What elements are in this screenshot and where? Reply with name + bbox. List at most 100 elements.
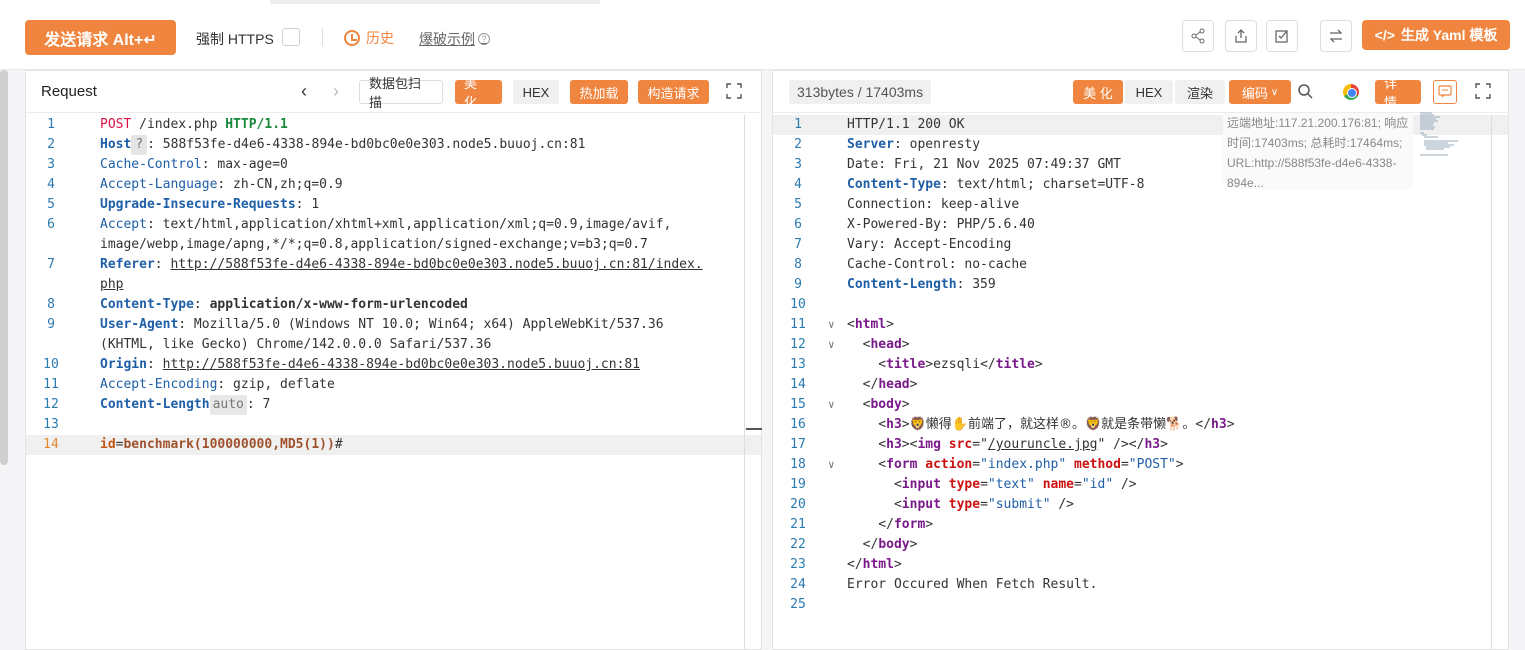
request-code-line[interactable]: 1 POST /index.php HTTP/1.1	[26, 115, 761, 135]
request-code-line[interactable]: 13	[26, 415, 761, 435]
response-code-line[interactable]: 22 </body>	[773, 535, 1508, 555]
response-code-line[interactable]: 14 </head>	[773, 375, 1508, 395]
request-code-line[interactable]: 10 Origin: http://588f53fe-d4e6-4338-894e…	[26, 355, 761, 375]
request-code-line[interactable]: 14 id=benchmark(100000000,MD5(1))#	[26, 435, 761, 455]
hex-button[interactable]: HEX	[513, 80, 559, 104]
help-icon: ?	[478, 33, 490, 45]
back-arrow-icon[interactable]: ‹	[301, 81, 307, 102]
request-scrollbar[interactable]	[744, 115, 745, 650]
force-https-checkbox[interactable]	[282, 28, 300, 46]
generate-yaml-button[interactable]: </> 生成 Yaml 模板	[1362, 20, 1510, 50]
token: : 359	[956, 277, 996, 292]
resp-beautify-button[interactable]: 美 化	[1073, 80, 1123, 104]
swap-icon	[1329, 29, 1343, 43]
request-code-line[interactable]: 3 Cache-Control: max-age=0	[26, 155, 761, 175]
request-code-line[interactable]: php	[26, 275, 761, 295]
line-number: 9	[47, 317, 55, 332]
response-code-line[interactable]: 23 </html>	[773, 555, 1508, 575]
request-code-line[interactable]: 6 Accept: text/html,application/xhtml+xml…	[26, 215, 761, 235]
request-code-line[interactable]: 8 Content-Type: application/x-www-form-ur…	[26, 295, 761, 315]
build-request-button[interactable]: 构造请求	[638, 80, 709, 104]
divider	[322, 28, 323, 46]
token: image/webp,image/apng,*/*;q=0.8,applicat…	[100, 237, 648, 252]
response-code-line[interactable]: 9 Content-Length: 359	[773, 275, 1508, 295]
request-code-line[interactable]: 7 Referer: http://588f53fe-d4e6-4338-894e…	[26, 255, 761, 275]
token: #	[334, 437, 343, 452]
fold-chevron-icon[interactable]: ∨	[828, 455, 835, 475]
fold-chevron-icon[interactable]: ∨	[828, 315, 835, 335]
line-number: 6	[794, 217, 802, 232]
request-code-line[interactable]: 12 Content-Length auto: 7	[26, 395, 761, 415]
fold-chevron-icon[interactable]: ∨	[828, 335, 835, 355]
token: Error Occured When Fetch Result.	[847, 577, 1098, 592]
line-number: 11	[790, 317, 806, 332]
clock-icon	[344, 30, 360, 46]
token: >	[1226, 417, 1235, 432]
search-icon[interactable]	[1297, 83, 1314, 100]
token: ?	[131, 135, 148, 155]
response-code-line[interactable]: 12 ∨ <head>	[773, 335, 1508, 355]
resp-expand-icon[interactable]	[1475, 83, 1491, 99]
forward-arrow-icon[interactable]: ›	[333, 81, 339, 102]
resp-hex-button[interactable]: HEX	[1125, 80, 1173, 104]
response-editor[interactable]: 1 HTTP/1.1 200 OK 2 Server: openresty 3 Date:…	[773, 115, 1508, 615]
share-button[interactable]	[1182, 20, 1214, 52]
token: ><	[901, 437, 918, 452]
fold-chevron-icon[interactable]: ∨	[828, 395, 835, 415]
request-code-line[interactable]: 5 Upgrade-Insecure-Requests: 1	[26, 195, 761, 215]
response-code-line[interactable]: 25	[773, 595, 1508, 615]
export-button[interactable]	[1225, 20, 1257, 52]
response-code-line[interactable]: 20 <input type="submit" />	[773, 495, 1508, 515]
comment-button[interactable]	[1433, 80, 1457, 104]
history-button[interactable]: 历史	[344, 28, 394, 48]
request-editor[interactable]: 1 POST /index.php HTTP/1.1 2 Host?: 588f53f…	[26, 115, 761, 455]
encoding-dropdown[interactable]: 编码 ∨	[1229, 80, 1291, 104]
token: Content-Type	[100, 297, 194, 312]
expand-icon[interactable]	[726, 83, 742, 99]
detail-button[interactable]: 详 情	[1375, 76, 1421, 110]
request-code-line[interactable]: 2 Host?: 588f53fe-d4e6-4338-894e-bd0bc0e0…	[26, 135, 761, 155]
minimap[interactable]	[1418, 111, 1478, 161]
request-code-line[interactable]: 4 Accept-Language: zh-CN,zh;q=0.9	[26, 175, 761, 195]
response-code-line[interactable]: 13 <title>ezsqli</title>	[773, 355, 1508, 375]
response-code-line[interactable]: 10	[773, 295, 1508, 315]
response-code-line[interactable]: 11 ∨ <html>	[773, 315, 1508, 335]
response-code-line[interactable]: 15 ∨ <body>	[773, 395, 1508, 415]
brute-example-link[interactable]: 爆破示例 ?	[419, 29, 490, 49]
line-text: <h3><img src="/youruncle.jpg" /></h3>	[847, 435, 1168, 455]
response-code-line[interactable]: 8 Cache-Control: no-cache	[773, 255, 1508, 275]
response-code-line[interactable]: 19 <input type="text" name="id" />	[773, 475, 1508, 495]
token: =	[972, 457, 981, 472]
token: </	[847, 557, 863, 572]
edit-check-button[interactable]	[1266, 20, 1298, 52]
request-code-line[interactable]: (KHTML, like Gecko) Chrome/142.0.0.0 Saf…	[26, 335, 761, 355]
chrome-icon[interactable]	[1343, 84, 1359, 100]
response-scrollbar[interactable]	[1491, 115, 1492, 650]
token: HTTP/1.1	[225, 117, 288, 132]
line-number: 8	[794, 257, 802, 272]
line-text: <input type="submit" />	[847, 495, 1074, 515]
response-code-line[interactable]: 18 ∨ <form action="index.php" method="POS…	[773, 455, 1508, 475]
token: (KHTML, like Gecko) Chrome/142.0.0.0 Saf…	[100, 337, 492, 352]
response-code-line[interactable]: 7 Vary: Accept-Encoding	[773, 235, 1508, 255]
hotload-button[interactable]: 热加载	[570, 80, 628, 104]
request-code-line[interactable]: 11 Accept-Encoding: gzip, deflate	[26, 375, 761, 395]
response-code-line[interactable]: 6 X-Powered-By: PHP/5.6.40	[773, 215, 1508, 235]
request-code-line[interactable]: image/webp,image/apng,*/*;q=0.8,applicat…	[26, 235, 761, 255]
request-code-line[interactable]: 9 User-Agent: Mozilla/5.0 (Windows NT 10.…	[26, 315, 761, 335]
packet-scan-button[interactable]: 数据包扫描	[359, 76, 443, 110]
response-code-line[interactable]: 24 Error Occured When Fetch Result.	[773, 575, 1508, 595]
response-code-line[interactable]: 21 </form>	[773, 515, 1508, 535]
token: >ezsqli</	[925, 357, 996, 372]
response-code-line[interactable]: 17 <h3><img src="/youruncle.jpg" /></h3>	[773, 435, 1508, 455]
response-code-line[interactable]: 5 Connection: keep-alive	[773, 195, 1508, 215]
response-code-line[interactable]: 16 <h3>🦁懒得✋前端了，就这样®。🦁就是条带懒🐕。</h3>	[773, 415, 1508, 435]
export-icon	[1235, 29, 1247, 43]
send-request-button[interactable]: 发送请求 Alt+↵	[25, 20, 176, 55]
line-number: 3	[794, 157, 802, 172]
swap-button[interactable]	[1320, 20, 1352, 52]
page-scrollbar[interactable]	[0, 70, 8, 465]
line-number: 17	[790, 437, 806, 452]
beautify-button[interactable]: 美 化	[455, 76, 502, 110]
render-button[interactable]: 渲染	[1175, 80, 1225, 104]
